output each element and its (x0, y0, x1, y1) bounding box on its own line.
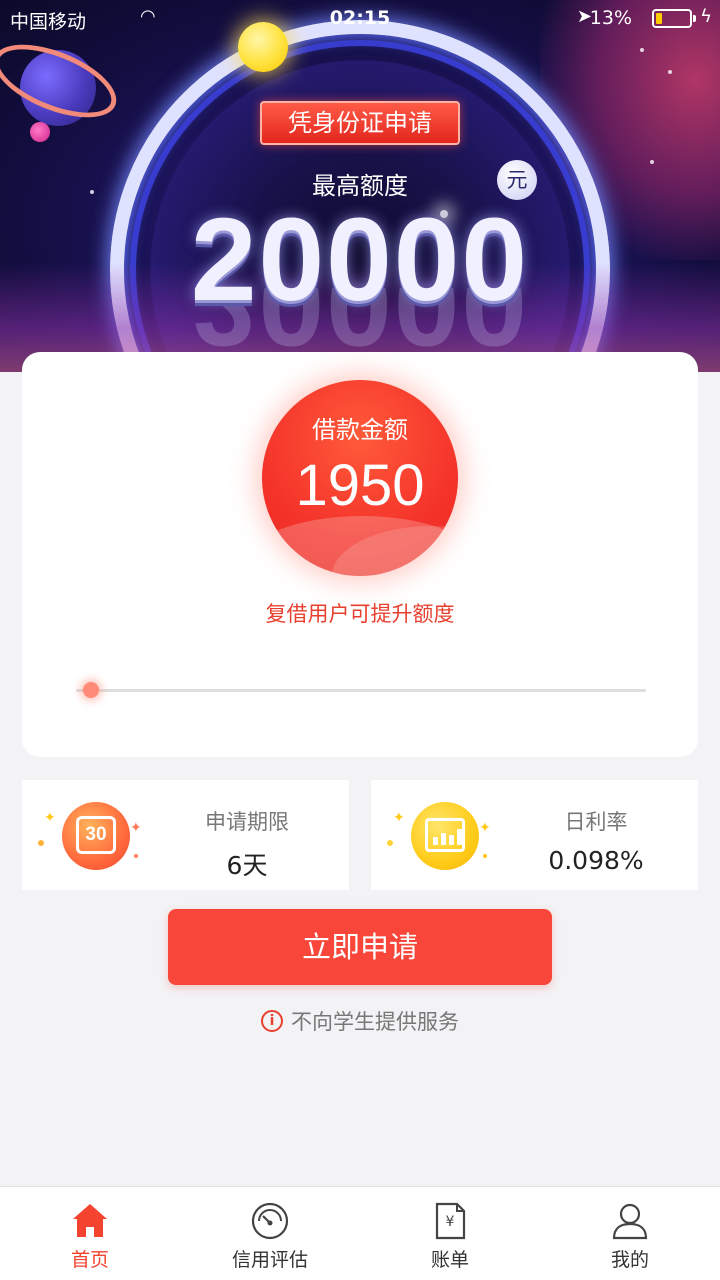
chart-frame (425, 818, 465, 852)
info-icon: i (261, 1010, 283, 1032)
amount-slider-track[interactable] (76, 689, 646, 692)
star-icon (668, 70, 672, 74)
loan-amount-circle: 借款金额 1950 (262, 380, 458, 576)
chart-icon (411, 802, 479, 870)
loan-amount-value: 1950 (295, 453, 425, 518)
tab-label: 首页 (70, 1249, 109, 1271)
tab-profile[interactable]: 我的 (540, 1187, 720, 1280)
dot-decoration (483, 854, 487, 858)
charging-icon: ϟ (700, 6, 712, 27)
battery-tip (693, 15, 696, 22)
dot-decoration (38, 840, 44, 846)
rate-title: 日利率 (564, 810, 628, 834)
battery-icon (652, 9, 692, 28)
user-icon (612, 1203, 648, 1240)
wifi-icon: ◠ (140, 6, 156, 27)
rate-card: ✦ ✦ 日利率 0.098% (371, 780, 698, 890)
status-bar: 中国移动 02:15 ◠ ➤ 13% ϟ (0, 0, 720, 36)
svg-text:¥: ¥ (446, 1214, 455, 1230)
sparkle-icon: ✦ (393, 810, 405, 826)
reborrow-hint: 复借用户可提升额度 (265, 602, 455, 626)
rate-value: 0.098% (548, 846, 644, 875)
amount-slider-thumb[interactable] (83, 682, 100, 698)
sparkle-icon: ✦ (479, 820, 491, 836)
sparkle-icon: ✦ (44, 810, 56, 826)
bill-icon: ¥ (435, 1202, 466, 1240)
hero-banner: 中国移动 02:15 ◠ ➤ 13% ϟ 凭身份证申请 最高额度 元 20000… (0, 0, 720, 372)
moon-icon (30, 122, 50, 142)
star-icon (650, 160, 654, 164)
tab-home[interactable]: 首页 (0, 1187, 180, 1280)
tab-bills[interactable]: ¥ 账单 (360, 1187, 540, 1280)
max-limit-amount: 20000 (190, 194, 530, 326)
term-card: ✦ ✦ 30 申请期限 6天 (22, 780, 349, 890)
tab-label: 我的 (610, 1249, 649, 1271)
home-icon (73, 1204, 107, 1237)
calendar-icon: 30 (62, 802, 130, 870)
sparkle-icon: ✦ (130, 820, 142, 836)
term-value: 6天 (226, 851, 268, 880)
battery-percent: 13% (589, 7, 632, 29)
notice-text: 不向学生提供服务 (291, 1010, 459, 1034)
tab-credit-assessment[interactable]: 信用评估 (180, 1187, 360, 1280)
id-apply-badge[interactable]: 凭身份证申请 (260, 101, 460, 145)
apply-now-button[interactable]: 立即申请 (168, 909, 552, 985)
student-notice: i 不向学生提供服务 (0, 1006, 720, 1036)
term-title: 申请期限 (205, 810, 289, 834)
calendar-number: 30 (76, 816, 116, 854)
dot-decoration (134, 854, 138, 858)
loan-amount-label: 借款金额 (312, 416, 408, 444)
tab-label: 账单 (430, 1249, 469, 1271)
loan-amount-card: 借款金额 1950 复借用户可提升额度 (22, 352, 698, 757)
bottom-tab-bar: 首页 信用评估 ¥ 账单 我的 (0, 1186, 720, 1280)
tab-label: 信用评估 (231, 1249, 308, 1271)
gauge-icon (251, 1202, 289, 1240)
star-icon (640, 48, 644, 52)
dot-decoration (387, 840, 393, 846)
